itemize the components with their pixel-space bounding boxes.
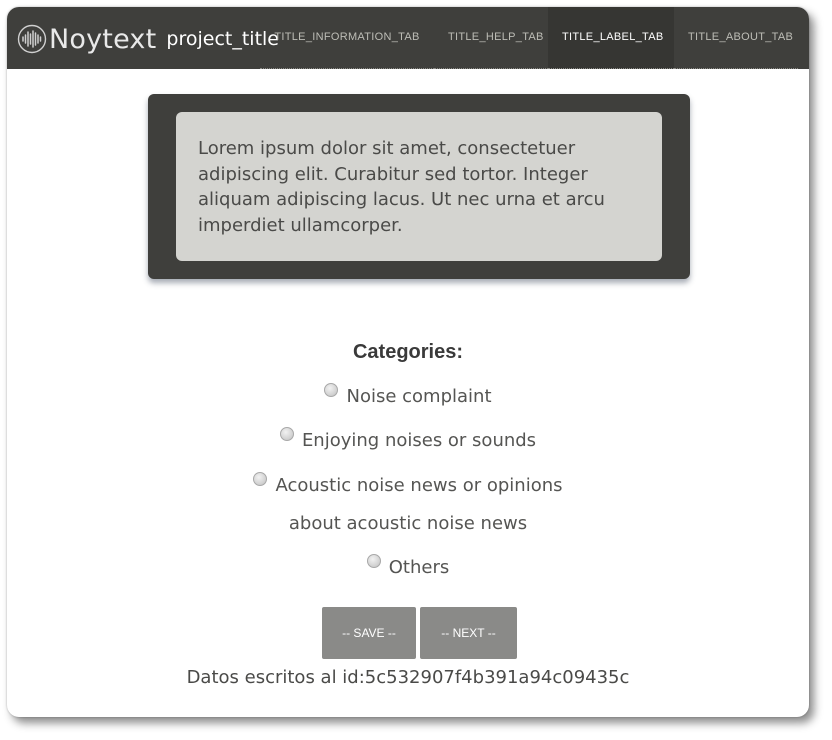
tab-help[interactable]: TITLE_HELP_TAB <box>434 7 548 69</box>
brand-name: Noytext <box>49 23 157 55</box>
option-label: Others <box>388 557 450 578</box>
status-message: Datos escritos al id:5c532907f4b391a94c0… <box>186 667 630 688</box>
nav-tabs: TITLE_INFORMATION_TAB TITLE_HELP_TAB TIT… <box>260 7 798 69</box>
option-label: Noise complaint <box>346 386 492 407</box>
option-others[interactable]: Others <box>7 554 809 578</box>
option-acoustic-news[interactable]: Acoustic noise news or opinions <box>7 472 809 496</box>
text-to-label: Lorem ipsum dolor sit amet, consectetuer… <box>176 112 662 261</box>
sound-wave-icon <box>17 24 47 54</box>
radio-button[interactable] <box>253 472 268 486</box>
tab-information[interactable]: TITLE_INFORMATION_TAB <box>260 7 434 69</box>
brand[interactable]: Noytext project_title <box>17 23 279 55</box>
text-card: Lorem ipsum dolor sit amet, consectetuer… <box>148 94 690 279</box>
tab-about[interactable]: TITLE_ABOUT_TAB <box>674 7 798 69</box>
radio-button[interactable] <box>366 554 381 568</box>
tab-label[interactable]: TITLE_LABEL_TAB <box>548 7 674 69</box>
categories-title: Categories: <box>352 341 464 363</box>
option-acoustic-news-line2: about acoustic noise news <box>7 513 809 534</box>
app-window: Noytext project_title TITLE_INFORMATION_… <box>7 7 809 717</box>
option-enjoying-noises[interactable]: Enjoying noises or sounds <box>7 427 809 451</box>
option-label: Acoustic noise news or opinions <box>275 475 563 496</box>
save-button[interactable]: -- SAVE -- <box>322 607 416 659</box>
radio-button[interactable] <box>279 427 294 441</box>
top-navbar: Noytext project_title TITLE_INFORMATION_… <box>7 7 809 69</box>
option-label: Enjoying noises or sounds <box>301 430 537 451</box>
option-label: about acoustic noise news <box>288 513 528 534</box>
option-noise-complaint[interactable]: Noise complaint <box>7 383 809 407</box>
next-button[interactable]: -- NEXT -- <box>420 607 517 659</box>
radio-button[interactable] <box>324 383 339 397</box>
